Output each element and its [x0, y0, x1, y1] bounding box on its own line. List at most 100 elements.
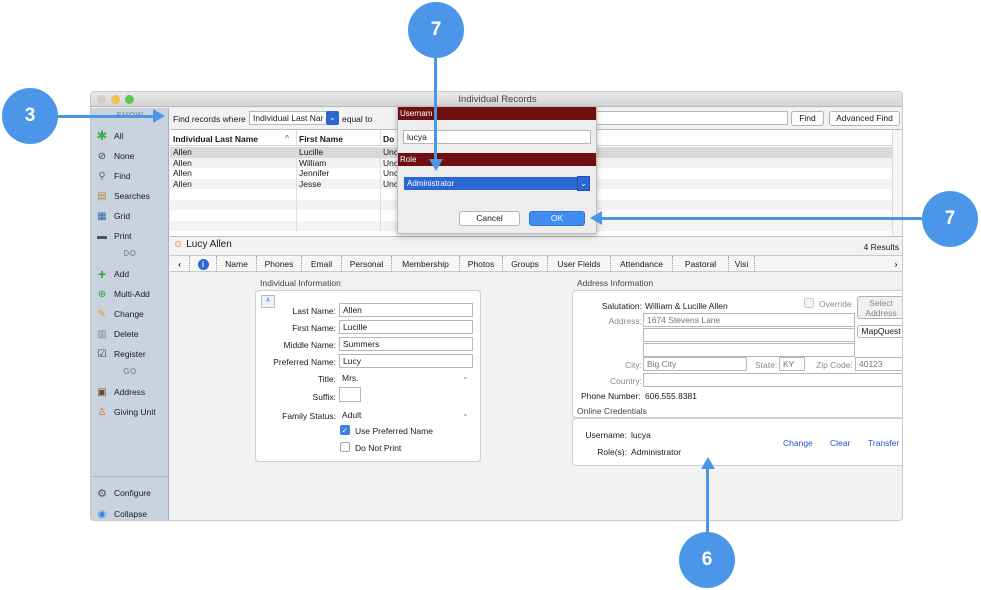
family-status-select[interactable]: Adult [342, 410, 361, 420]
select-address-button[interactable]: Select Address [857, 296, 902, 319]
column-header-first-name[interactable]: First Name [299, 134, 343, 144]
sidebar-item-find[interactable]: ⚲ Find [95, 168, 167, 184]
find-operator[interactable]: equal to [342, 114, 372, 124]
tab-groups[interactable]: Groups [503, 256, 548, 272]
table-cell: Allen [173, 157, 192, 168]
tab-phones[interactable]: Phones [257, 256, 302, 272]
tab-membership[interactable]: Membership [392, 256, 460, 272]
city-field[interactable]: Big City [643, 357, 747, 371]
tab-pastoral[interactable]: Pastoral [673, 256, 729, 272]
phone-number-value: 606.555.8381 [645, 391, 697, 401]
tab-visi[interactable]: Visi [729, 256, 755, 272]
sidebar-item-giving-unit[interactable]: ♙ Giving Unit [95, 404, 167, 420]
do-not-print-checkbox[interactable] [340, 442, 350, 452]
do-not-print-label: Do Not Print [355, 443, 402, 453]
mapquest-button[interactable]: MapQuest [857, 325, 902, 338]
multi-add-icon: ⊕ [97, 288, 107, 300]
change-credentials-link[interactable]: Change [783, 438, 813, 448]
table-cell: Unc [383, 147, 399, 157]
find-button[interactable]: Find [791, 111, 824, 126]
find-field-select[interactable]: Individual Last Nar [249, 111, 327, 125]
tab-attendance[interactable]: Attendance [611, 256, 673, 272]
table-cell: Allen [173, 168, 192, 178]
address-line3-field[interactable] [643, 343, 855, 357]
sidebar-item-change[interactable]: ✎ Change [95, 306, 167, 322]
first-name-label: First Name: [292, 323, 336, 333]
online-credentials-panel: Username: lucya Role(s): Administrator C… [572, 418, 902, 466]
register-icon: ☑ [97, 348, 107, 360]
override-label: Override [819, 299, 852, 309]
username-label: Username: [585, 430, 627, 440]
middle-name-field[interactable]: Summers [339, 337, 473, 351]
table-scrollbar[interactable] [892, 130, 902, 236]
callout-3-arrowhead [153, 109, 165, 123]
salutation-label: Salutation: [601, 301, 642, 311]
title-bar: Individual Records [91, 92, 902, 107]
plus-icon: + [97, 266, 107, 282]
role-chevron-down-icon[interactable]: ⌄ [577, 176, 590, 191]
tab-personal[interactable]: Personal [342, 256, 392, 272]
tabs-scroll-left-icon[interactable]: ‹ [170, 256, 190, 272]
info-tab[interactable]: i [190, 256, 217, 272]
preferred-name-field[interactable]: Lucy [339, 354, 473, 368]
sidebar-item-multi-add[interactable]: ⊕ Multi-Add [95, 286, 167, 302]
state-field[interactable]: KY [779, 357, 805, 371]
first-name-field[interactable]: Lucille [339, 320, 473, 334]
title-select[interactable]: Mrs. [342, 373, 359, 383]
suffix-field[interactable] [339, 387, 361, 402]
table-cell: Unc [383, 168, 399, 178]
advanced-find-button[interactable]: Advanced Find [829, 111, 900, 126]
table-cell: Unc [383, 157, 399, 168]
callout-6-arrow [706, 468, 709, 533]
sidebar-item-all[interactable]: ✱ All [95, 128, 167, 144]
roles-value: Administrator [631, 447, 682, 457]
country-label: Country: [609, 376, 642, 386]
sidebar-item-register[interactable]: ☑ Register [95, 346, 167, 362]
sidebar-item-collapse[interactable]: ◉ Collapse [95, 506, 167, 520]
giving-unit-icon: ♙ [97, 406, 107, 418]
gear-icon: ⚙ [97, 487, 107, 500]
dialog-ok-button[interactable]: OK [529, 211, 585, 226]
override-checkbox[interactable] [804, 298, 814, 308]
title-chevron-down-icon[interactable]: ⌄ [462, 372, 469, 381]
person-icon: ☺ [173, 239, 184, 250]
table-cell: William [299, 157, 327, 168]
find-prefix-label: Find records where [173, 114, 246, 124]
last-name-field[interactable]: Allen [339, 303, 473, 317]
no-entry-icon: ⊘ [97, 150, 107, 162]
clear-credentials-link[interactable]: Clear [830, 438, 850, 448]
sidebar-item-print[interactable]: ▬ Print [95, 228, 167, 244]
role-section-header: Role [398, 153, 596, 166]
chevron-down-icon[interactable]: ⌄ [326, 111, 339, 125]
tab-email[interactable]: Email [302, 256, 342, 272]
individual-info-panel: ᴬ Last Name: Allen First Name: Lucille M… [255, 290, 481, 462]
credentials-dialog: Usernam lucya Role Administrator ⌄ Cance… [397, 106, 597, 234]
tab-photos[interactable]: Photos [460, 256, 503, 272]
dialog-username-field[interactable]: lucya [403, 130, 591, 144]
zip-label: Zip Code: [816, 360, 853, 370]
zip-field[interactable]: 40123 [855, 357, 902, 371]
use-preferred-name-label: Use Preferred Name [355, 426, 433, 436]
sidebar-item-delete[interactable]: ▥ Delete [95, 326, 167, 342]
roles-label: Role(s): [597, 447, 627, 457]
country-field[interactable] [643, 373, 902, 387]
sidebar-item-grid[interactable]: ▦ Grid [95, 208, 167, 224]
dialog-cancel-button[interactable]: Cancel [459, 211, 520, 226]
tab-user-fields[interactable]: User Fields [548, 256, 611, 272]
sidebar-item-none[interactable]: ⊘ None [95, 148, 167, 164]
pencil-icon: ✎ [97, 308, 107, 320]
column-header-last-name[interactable]: Individual Last Name [173, 134, 258, 144]
role-select[interactable]: Administrator [404, 177, 578, 190]
sidebar-item-configure[interactable]: ⚙ Configure [95, 485, 167, 501]
family-status-chevron-down-icon[interactable]: ⌄ [462, 409, 469, 418]
tabs-scroll-right-icon[interactable]: › [888, 256, 902, 272]
sidebar-item-add[interactable]: + Add [95, 266, 167, 282]
sidebar-item-searches[interactable]: ▤ Searches [95, 188, 167, 204]
address-line1-field[interactable]: 1674 Stevens Lane [643, 313, 855, 327]
last-name-label: Last Name: [292, 306, 336, 316]
use-preferred-name-checkbox[interactable]: ✓ [340, 425, 350, 435]
sidebar-item-address[interactable]: ▣ Address [95, 384, 167, 400]
tab-name[interactable]: Name [217, 256, 257, 272]
address-line2-field[interactable] [643, 328, 855, 342]
transfer-credentials-link[interactable]: Transfer [868, 438, 899, 448]
